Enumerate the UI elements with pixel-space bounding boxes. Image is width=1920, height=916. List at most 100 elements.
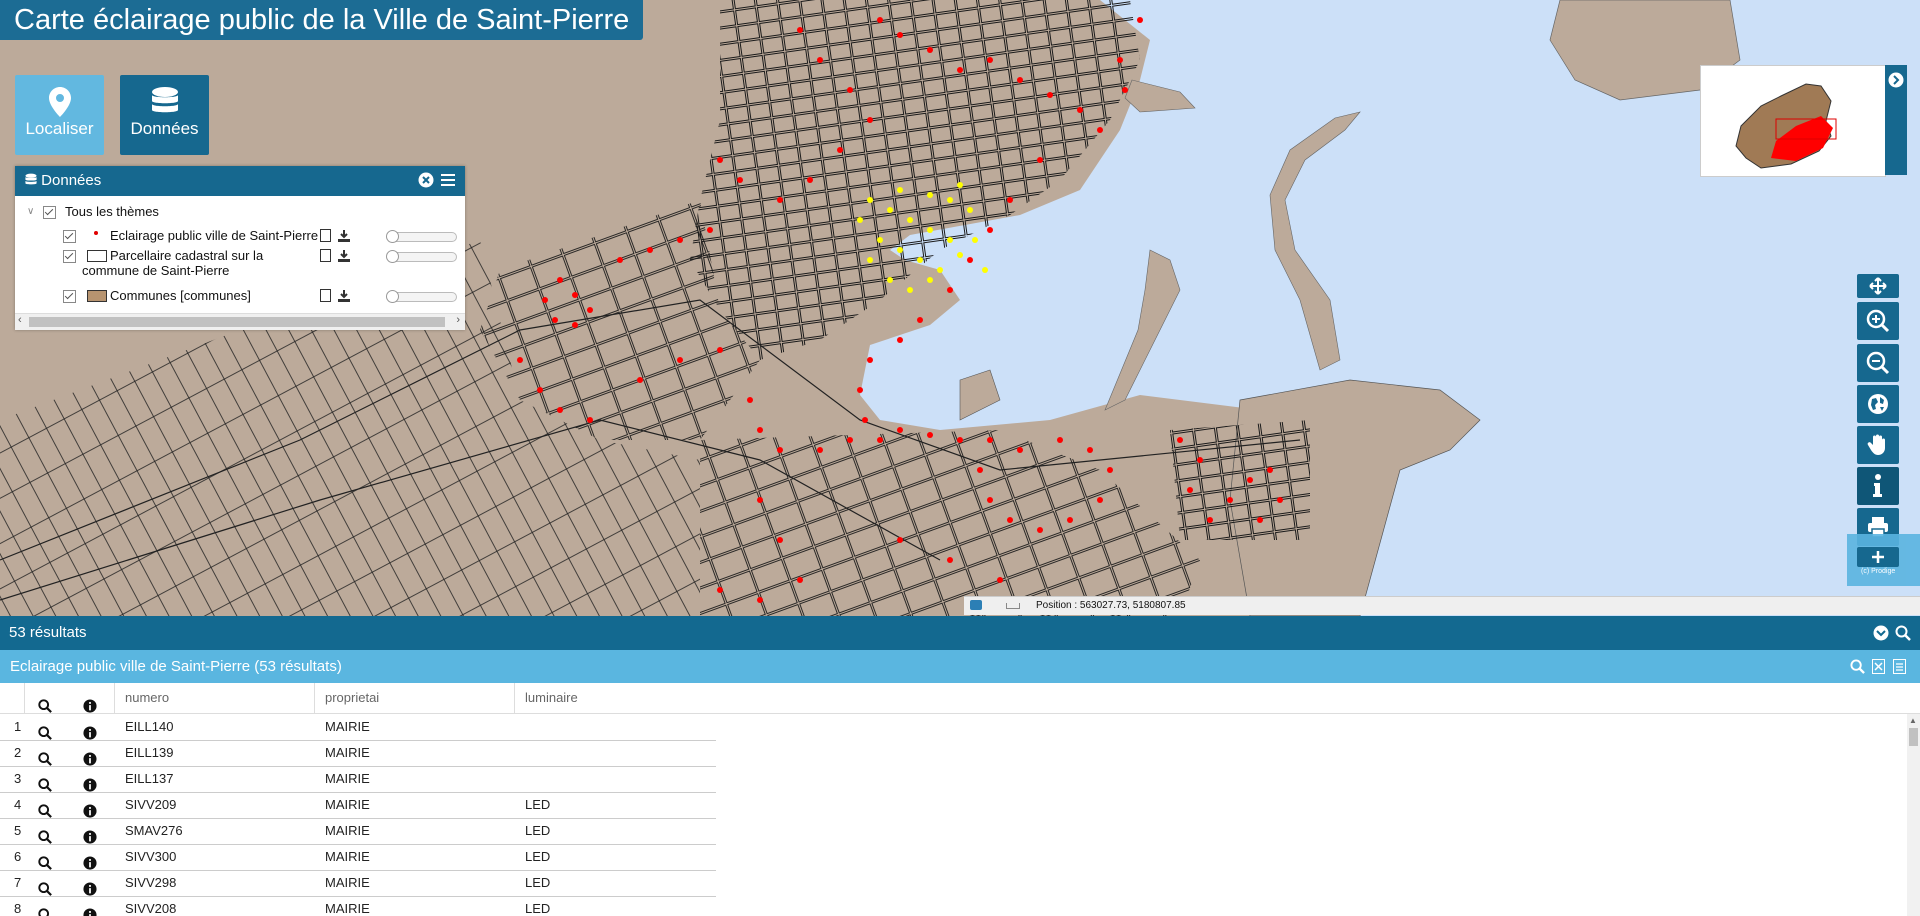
- cell-numero: SMAV276: [125, 823, 183, 838]
- hand-button[interactable]: [1857, 426, 1899, 464]
- close-icon[interactable]: [418, 172, 434, 188]
- full-extent-button[interactable]: [1857, 385, 1899, 423]
- scroll-right-icon[interactable]: ›: [456, 314, 460, 326]
- table-row[interactable]: 2 EILL139 MAIRIE: [0, 740, 716, 767]
- table-row[interactable]: 6 SIVV300 MAIRIE LED: [0, 844, 716, 871]
- ruler-icon[interactable]: [1006, 603, 1020, 609]
- row-number: 5: [14, 823, 22, 838]
- column-header-luminaire[interactable]: luminaire: [525, 683, 578, 713]
- document-icon[interactable]: [320, 229, 331, 242]
- horizontal-scrollbar[interactable]: ‹ ›: [15, 313, 465, 330]
- database-icon: [25, 173, 37, 185]
- layers-panel-title: Données: [41, 172, 102, 189]
- cell-proprietai: MAIRIE: [325, 745, 370, 760]
- results-layer-header[interactable]: Eclairage public ville de Saint-Pierre (…: [0, 650, 1920, 683]
- row-number: 3: [14, 771, 22, 786]
- zoom-out-button[interactable]: [1857, 344, 1899, 382]
- download-icon[interactable]: [338, 290, 350, 302]
- cell-proprietai: MAIRIE: [325, 901, 370, 916]
- collapse-icon[interactable]: [1873, 625, 1889, 641]
- document-icon[interactable]: [320, 289, 331, 302]
- results-table: numero proprietai luminaire 1 EILL140 MAIR…: [0, 683, 1920, 916]
- row-number: 2: [14, 745, 22, 760]
- layer-row-communes: Communes [communes]: [15, 286, 465, 306]
- localiser-label: Localiser: [25, 119, 94, 138]
- cell-numero: SIVV208: [125, 901, 177, 916]
- table-row[interactable]: 8 SIVV208 MAIRIE LED: [0, 896, 716, 916]
- localiser-button[interactable]: Localiser: [15, 75, 104, 155]
- cell-numero: EILL137: [125, 771, 174, 786]
- excel-export-icon[interactable]: [1872, 659, 1885, 674]
- cell-proprietai: MAIRIE: [325, 823, 370, 838]
- column-header-proprietai[interactable]: proprietai: [325, 683, 379, 713]
- search-icon[interactable]: [1850, 659, 1865, 674]
- cell-luminaire: LED: [525, 823, 551, 838]
- layer-label: Eclairage public ville de Saint-Pierre: [110, 228, 319, 243]
- measure-icon[interactable]: [970, 600, 982, 610]
- results-layer-label: Eclairage public ville de Saint-Pierre (…: [10, 658, 342, 675]
- pan-button[interactable]: [1857, 274, 1899, 298]
- layer-checkbox[interactable]: [63, 230, 76, 243]
- layer-row-parcellaire: Parcellaire cadastral sur la commune de …: [15, 246, 465, 286]
- download-icon[interactable]: [338, 230, 350, 242]
- info-button[interactable]: [1857, 467, 1899, 505]
- opacity-slider[interactable]: [386, 230, 457, 243]
- cell-numero: SIVV209: [125, 797, 177, 812]
- layers-panel: Données ∨ Tous les thèmes Eclairage publ…: [15, 166, 465, 330]
- parcels-east: [1170, 420, 1310, 540]
- zoom-to-feature-icon[interactable]: [38, 902, 52, 916]
- search-icon[interactable]: [1895, 625, 1911, 641]
- download-icon[interactable]: [338, 250, 350, 262]
- cell-proprietai: MAIRIE: [325, 875, 370, 890]
- document-icon[interactable]: [320, 249, 331, 262]
- scroll-thumb[interactable]: [29, 317, 445, 327]
- row-number: 6: [14, 849, 22, 864]
- add-button[interactable]: [1857, 547, 1899, 567]
- zoom-in-button[interactable]: [1857, 302, 1899, 340]
- cell-luminaire: LED: [525, 797, 551, 812]
- menu-icon[interactable]: [441, 174, 455, 186]
- table-row[interactable]: 1 EILL140 MAIRIE: [0, 714, 716, 741]
- scroll-left-icon[interactable]: ‹: [18, 314, 22, 326]
- plus-icon: [1872, 551, 1884, 563]
- scroll-thumb[interactable]: [1909, 728, 1918, 746]
- layer-checkbox[interactable]: [63, 290, 76, 303]
- opacity-slider[interactable]: [386, 290, 457, 303]
- cell-proprietai: MAIRIE: [325, 771, 370, 786]
- database-icon: [151, 87, 178, 113]
- cell-proprietai: MAIRIE: [325, 797, 370, 812]
- layer-checkbox[interactable]: [63, 250, 76, 263]
- tree-root: ∨ Tous les thèmes: [15, 202, 465, 222]
- layers-panel-header: Données: [15, 166, 465, 196]
- overview-toggle-button[interactable]: [1885, 65, 1907, 175]
- root-checkbox[interactable]: [43, 206, 56, 219]
- red-dot-legend-icon: [94, 231, 98, 235]
- cell-numero: SIVV300: [125, 849, 177, 864]
- cell-luminaire: LED: [525, 901, 551, 916]
- cell-numero: SIVV298: [125, 875, 177, 890]
- pan-icon: [1869, 277, 1887, 295]
- chevron-right-icon: [1888, 72, 1904, 88]
- row-number: 8: [14, 901, 22, 916]
- table-row[interactable]: 3 EILL137 MAIRIE: [0, 766, 716, 793]
- column-header-numero[interactable]: numero: [125, 683, 169, 713]
- map-marker-icon: [48, 87, 71, 117]
- hand-icon: [1867, 434, 1885, 455]
- map-canvas[interactable]: Carte éclairage public de la Ville de Sa…: [0, 0, 1920, 616]
- layer-row-eclairage: Eclairage public ville de Saint-Pierre: [15, 226, 465, 246]
- opacity-slider[interactable]: [386, 250, 457, 263]
- table-row[interactable]: 7 SIVV298 MAIRIE LED: [0, 870, 716, 897]
- donnees-button[interactable]: Données: [120, 75, 209, 155]
- table-row[interactable]: 5 SMAV276 MAIRIE LED: [0, 818, 716, 845]
- results-count: 53 résultats: [9, 624, 87, 641]
- attribution-text: (c) Prodige: [1861, 568, 1896, 575]
- chevron-down-icon[interactable]: ∨: [27, 202, 34, 222]
- overview-map[interactable]: [1700, 65, 1886, 177]
- overview-map-render: [1735, 83, 1837, 169]
- table-row[interactable]: 4 SIVV209 MAIRIE LED: [0, 792, 716, 819]
- document-export-icon[interactable]: [1893, 659, 1906, 674]
- feature-info-icon[interactable]: [83, 902, 97, 916]
- cell-numero: EILL140: [125, 719, 174, 734]
- vertical-scrollbar[interactable]: ▲: [1907, 714, 1920, 916]
- layers-tree: ∨ Tous les thèmes Eclairage public ville…: [15, 196, 465, 303]
